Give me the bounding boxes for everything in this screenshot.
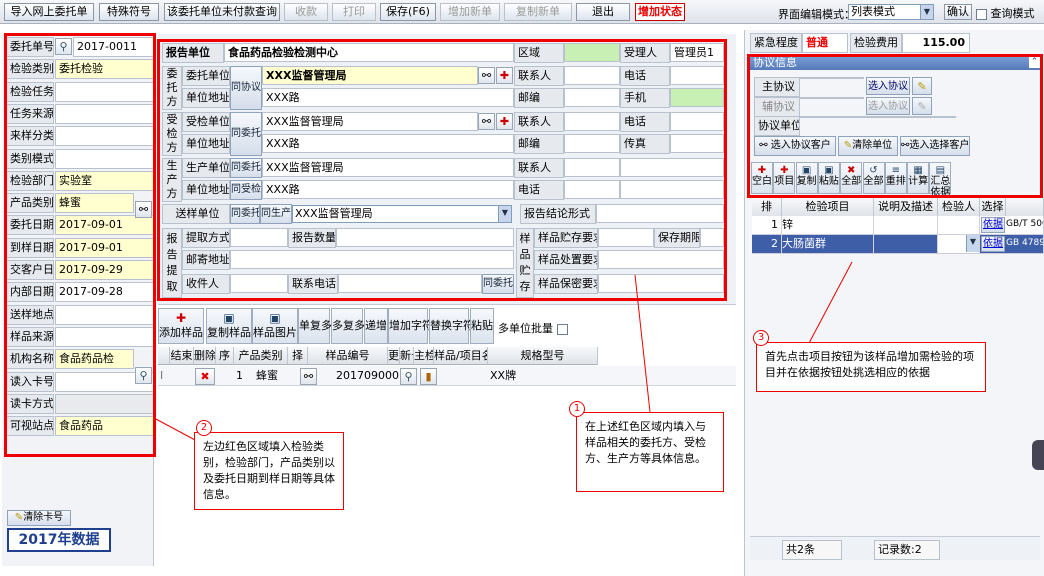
callout-3: 首先点击项目按钮为该样品增加需检验的项目并在依据按钮处挑选相应的依据 [756,342,986,392]
callout-arrows [153,261,853,449]
callout-1-arrow [634,274,651,413]
callout-1-number: 1 [569,401,585,417]
callout-3-arrow [807,261,853,346]
callout-2-number: 2 [196,420,212,436]
callout-3-number: 3 [753,330,769,346]
callout-2: 左边红色区域填入检验类别，检验部门，产品类别以及委托日期到样日期等具体信息。 [194,432,344,510]
callout-1: 在上述红色区域内填入与样品相关的委托方、受检方、生产方等具体信息。 [576,412,724,492]
